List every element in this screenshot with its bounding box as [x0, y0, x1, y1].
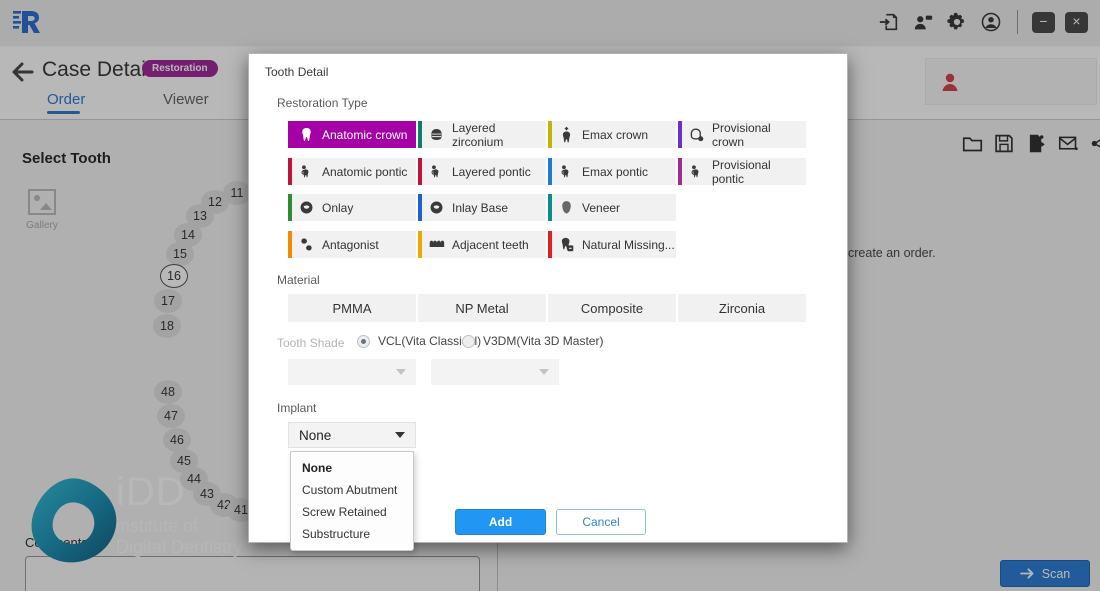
- chevron-down-icon: [539, 369, 549, 375]
- restoration-layered-zirconium[interactable]: Layered zirconium: [418, 121, 546, 148]
- cancel-button[interactable]: Cancel: [556, 509, 646, 535]
- material-label: Material: [277, 273, 320, 287]
- onlay-icon: [298, 199, 315, 216]
- material-pmma[interactable]: PMMA: [288, 294, 416, 322]
- dialog-title: Tooth Detail: [265, 65, 328, 79]
- tooth-shade-label: Tooth Shade: [277, 336, 344, 350]
- add-button[interactable]: Add: [455, 509, 546, 535]
- restoration-label: Natural Missing...: [582, 238, 675, 252]
- implant-label: Implant: [277, 401, 316, 415]
- pontic-icon: [558, 163, 575, 180]
- restoration-label: Layered pontic: [452, 165, 531, 179]
- restoration-label: Emax pontic: [582, 165, 648, 179]
- veneer-icon: [558, 199, 575, 216]
- accent-bar: [288, 194, 292, 221]
- crown-icon: [298, 126, 315, 143]
- restoration-label: Layered zirconium: [452, 121, 546, 149]
- pontic-icon: [428, 163, 445, 180]
- restoration-inlay-base[interactable]: Inlay Base: [418, 194, 546, 221]
- shade-option-label: V3DM(Vita 3D Master): [483, 334, 603, 348]
- material-zirconia[interactable]: Zirconia: [678, 294, 806, 322]
- antagonist-icon: [298, 236, 315, 253]
- pontic-icon: [688, 163, 705, 180]
- accent-bar: [548, 158, 552, 185]
- implant-dropdown-menu: NoneCustom AbutmentScrew RetainedSubstru…: [290, 451, 414, 551]
- accent-bar: [288, 158, 292, 185]
- missing-icon: [558, 236, 575, 253]
- implant-option-none[interactable]: None: [291, 457, 413, 479]
- accent-bar: [678, 158, 682, 185]
- shade-dropdown-2[interactable]: [431, 359, 559, 385]
- shade-option-v3dm[interactable]: V3DM(Vita 3D Master): [462, 334, 603, 348]
- implant-option-substructure[interactable]: Substructure: [291, 523, 413, 545]
- accent-bar: [418, 121, 422, 148]
- restoration-emax-pontic[interactable]: Emax pontic: [548, 158, 676, 185]
- accent-bar: [418, 194, 422, 221]
- restoration-label: Provisional crown: [712, 121, 806, 149]
- restoration-provisional-pontic[interactable]: Provisional pontic: [678, 158, 806, 185]
- emax-icon: [558, 126, 575, 143]
- tooth-detail-dialog: Tooth Detail Restoration Type Anatomic c…: [248, 53, 848, 543]
- restoration-label: Provisional pontic: [712, 158, 806, 186]
- restoration-type-label: Restoration Type: [277, 96, 368, 110]
- restoration-veneer[interactable]: Veneer: [548, 194, 676, 221]
- accent-bar: [418, 158, 422, 185]
- accent-bar: [288, 121, 292, 148]
- pontic-icon: [298, 163, 315, 180]
- material-np-metal[interactable]: NP Metal: [418, 294, 546, 322]
- restoration-label: Veneer: [582, 201, 620, 215]
- chevron-down-icon: [395, 432, 405, 438]
- onlay-icon: [428, 199, 445, 216]
- restoration-label: Emax crown: [582, 128, 648, 142]
- provisional-icon: [688, 126, 705, 143]
- restoration-label: Adjacent teeth: [452, 238, 529, 252]
- restoration-layered-pontic[interactable]: Layered pontic: [418, 158, 546, 185]
- restoration-onlay[interactable]: Onlay: [288, 194, 416, 221]
- material-composite[interactable]: Composite: [548, 294, 676, 322]
- shade-dropdown-1[interactable]: [288, 359, 416, 385]
- restoration-provisional-crown[interactable]: Provisional crown: [678, 121, 806, 148]
- implant-option-custom-abutment[interactable]: Custom Abutment: [291, 479, 413, 501]
- restoration-label: Onlay: [322, 201, 353, 215]
- restoration-label: Anatomic pontic: [322, 165, 407, 179]
- restoration-natural-missing[interactable]: Natural Missing...: [548, 231, 676, 258]
- restoration-antagonist[interactable]: Antagonist: [288, 231, 416, 258]
- application-window: − × Case Detail Restoration Order Viewer…: [0, 0, 1100, 591]
- accent-bar: [548, 231, 552, 258]
- chevron-down-icon: [396, 369, 406, 375]
- restoration-label: Antagonist: [322, 238, 379, 252]
- restoration-adjacent-teeth[interactable]: Adjacent teeth: [418, 231, 546, 258]
- restoration-label: Inlay Base: [452, 201, 508, 215]
- adjacent-icon: [428, 236, 445, 253]
- accent-bar: [548, 121, 552, 148]
- radio-unchecked-icon: [462, 335, 475, 348]
- implant-dropdown[interactable]: None: [288, 422, 416, 448]
- restoration-label: Anatomic crown: [322, 128, 407, 142]
- accent-bar: [548, 194, 552, 221]
- implant-option-screw-retained[interactable]: Screw Retained: [291, 501, 413, 523]
- accent-bar: [418, 231, 422, 258]
- restoration-emax-crown[interactable]: Emax crown: [548, 121, 676, 148]
- restoration-anatomic-crown[interactable]: Anatomic crown: [288, 121, 416, 148]
- accent-bar: [678, 121, 682, 148]
- accent-bar: [288, 231, 292, 258]
- restoration-anatomic-pontic[interactable]: Anatomic pontic: [288, 158, 416, 185]
- layered-icon: [428, 126, 445, 143]
- implant-dropdown-value: None: [299, 428, 331, 443]
- radio-checked-icon: [357, 335, 370, 348]
